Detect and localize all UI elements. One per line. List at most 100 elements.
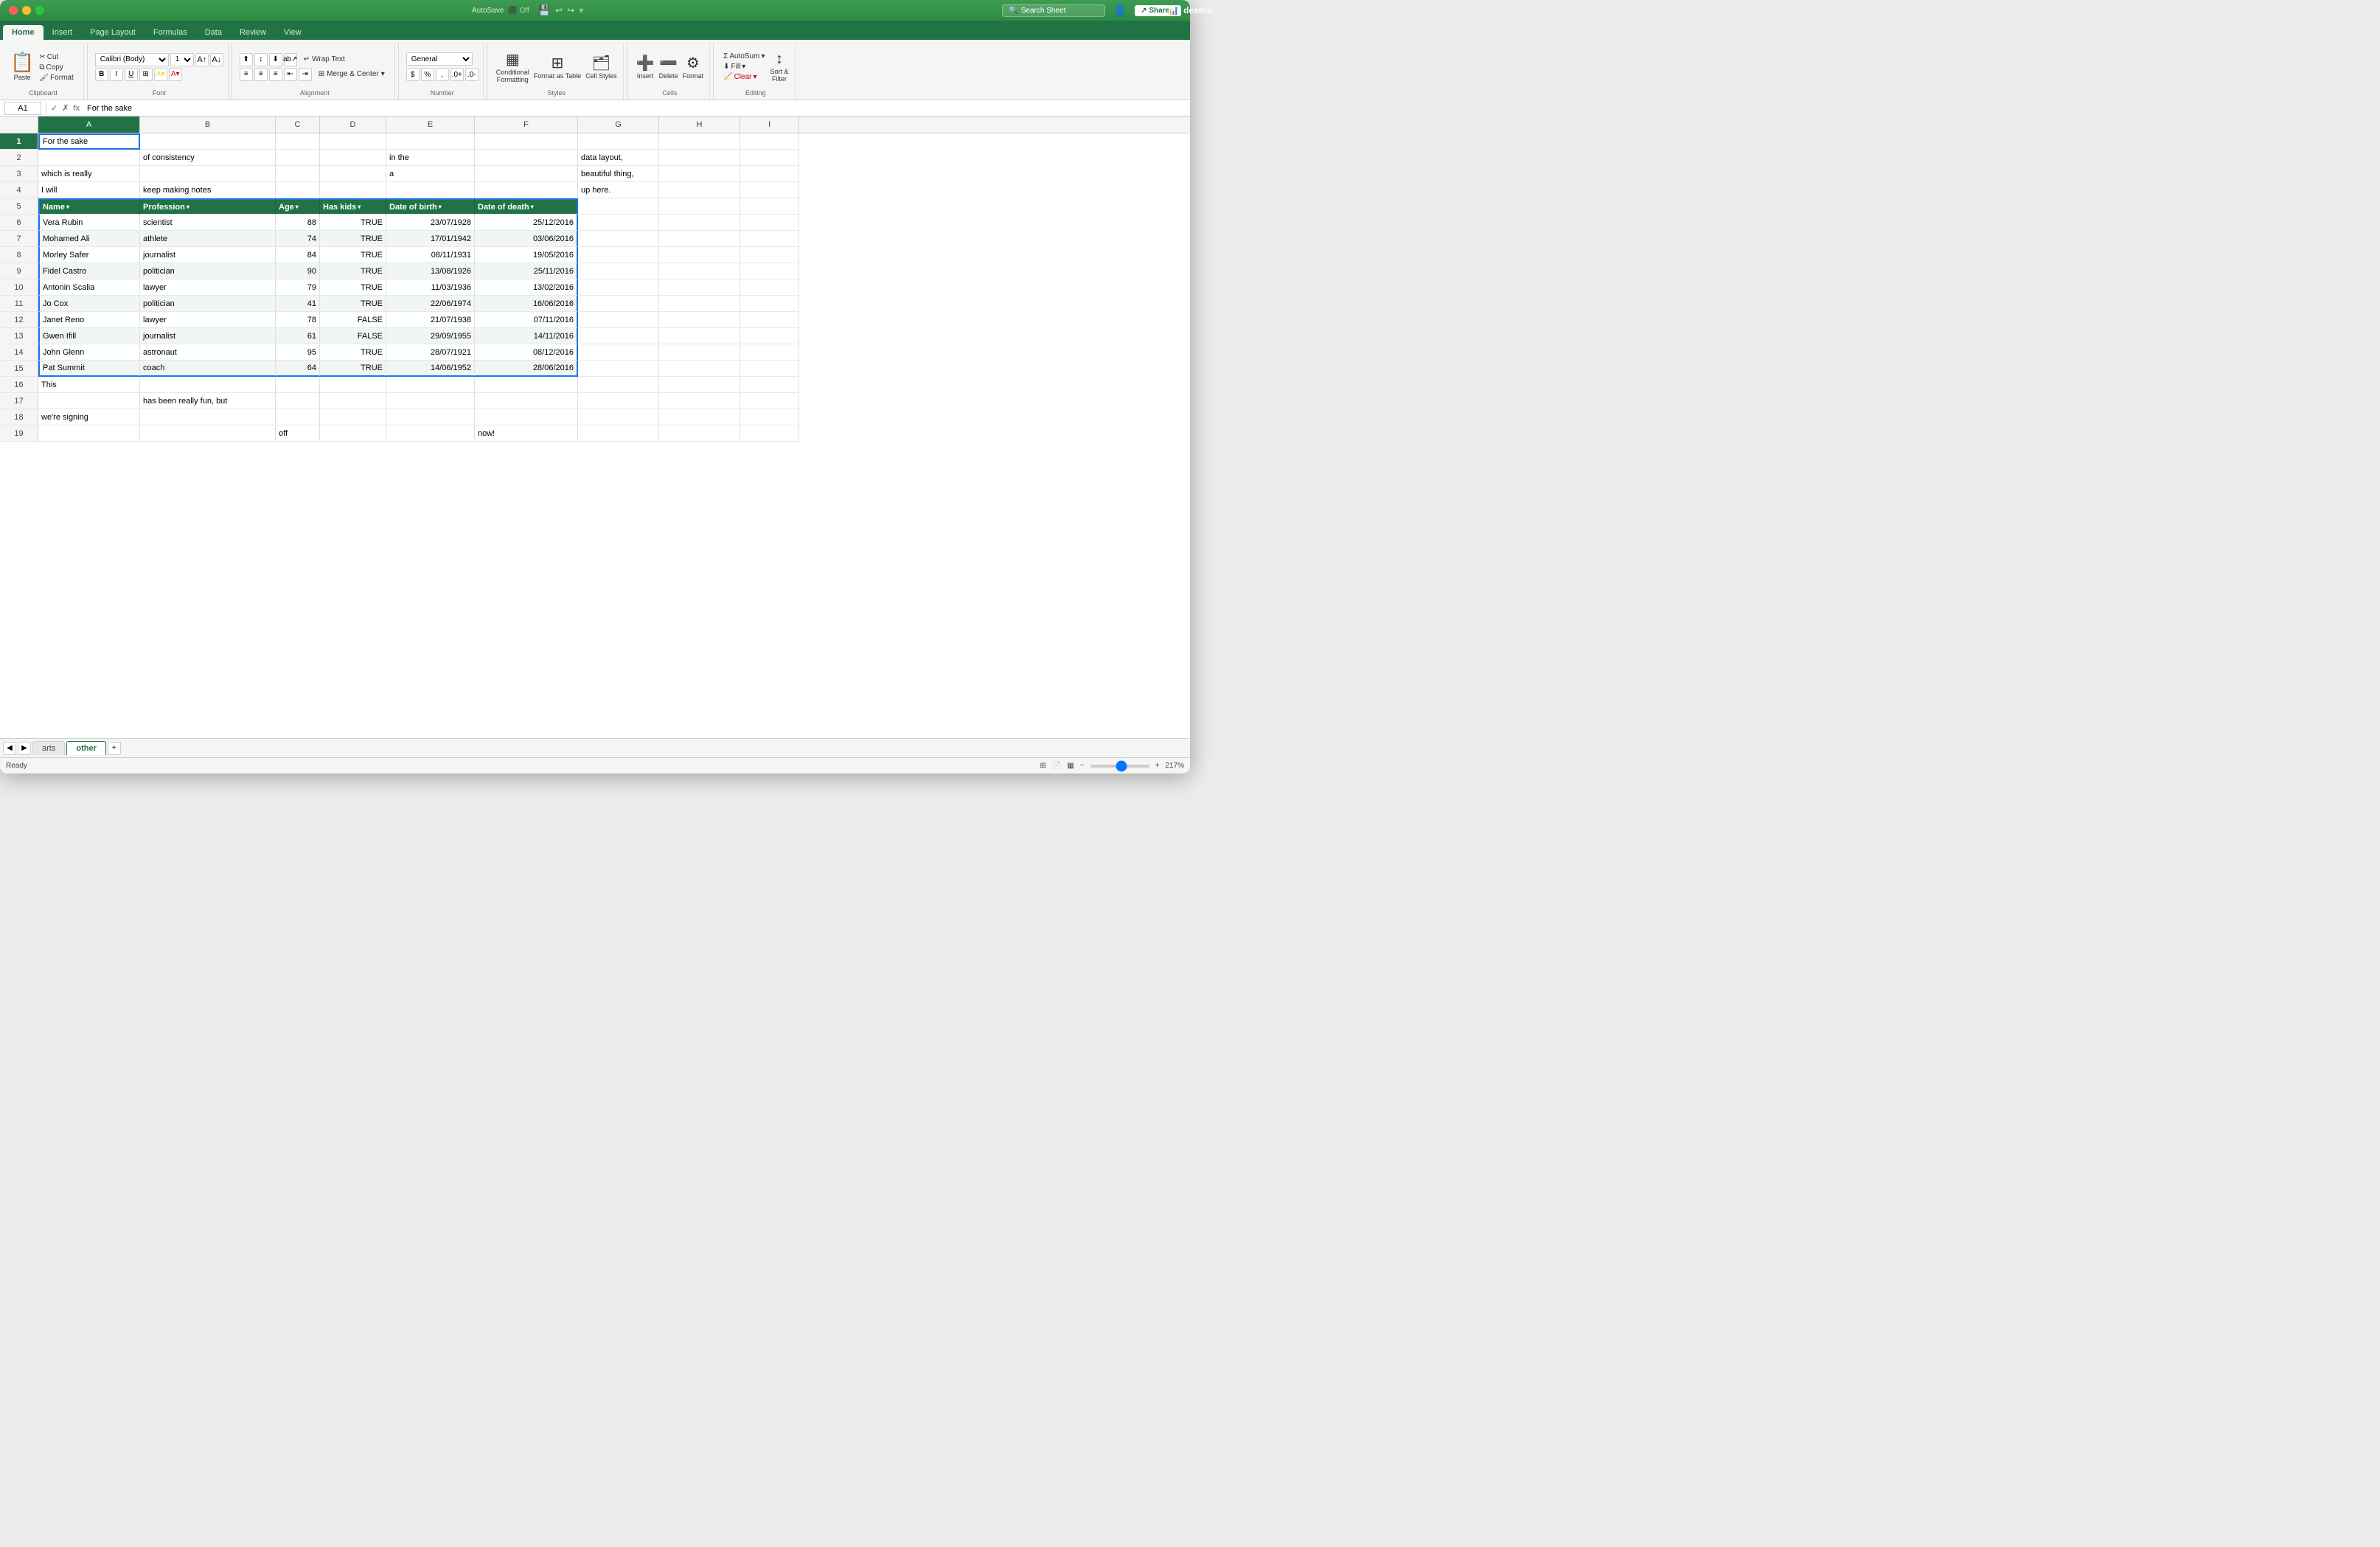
cell-b16[interactable] bbox=[140, 377, 276, 393]
cell-d15[interactable]: TRUE bbox=[320, 361, 386, 377]
cell-d12[interactable]: FALSE bbox=[320, 312, 386, 328]
underline-button[interactable]: U bbox=[125, 68, 138, 81]
row-number-1[interactable]: 1 bbox=[0, 133, 38, 150]
zoom-plus-icon[interactable]: + bbox=[1155, 762, 1160, 770]
decimal-increase-button[interactable]: .0+ bbox=[450, 68, 464, 81]
cell-h17[interactable] bbox=[659, 393, 740, 409]
indent-increase-button[interactable]: ⇥ bbox=[299, 68, 312, 81]
formula-input[interactable]: For the sake bbox=[84, 104, 1186, 113]
cell-c13[interactable]: 61 bbox=[276, 328, 320, 344]
cell-h10[interactable] bbox=[659, 279, 740, 296]
cell-g13[interactable] bbox=[578, 328, 659, 344]
cell-c16[interactable] bbox=[276, 377, 320, 393]
row-number-8[interactable]: 8 bbox=[0, 247, 38, 263]
zoom-slider[interactable] bbox=[1090, 765, 1149, 768]
account-icon[interactable]: 👤 bbox=[1113, 3, 1127, 18]
cell-a7[interactable]: Mohamed Ali bbox=[38, 231, 140, 247]
cell-e15[interactable]: 14/06/1952 bbox=[386, 361, 475, 377]
cell-g5[interactable] bbox=[578, 198, 659, 215]
format-cells-button[interactable]: ⚙ Format bbox=[681, 52, 706, 81]
cell-f13[interactable]: 14/11/2016 bbox=[475, 328, 578, 344]
row-number-19[interactable]: 19 bbox=[0, 425, 38, 442]
row-number-6[interactable]: 6 bbox=[0, 215, 38, 231]
cell-i12[interactable] bbox=[740, 312, 799, 328]
cell-h3[interactable] bbox=[659, 166, 740, 182]
cell-b12[interactable]: lawyer bbox=[140, 312, 276, 328]
cell-i3[interactable] bbox=[740, 166, 799, 182]
cell-h2[interactable] bbox=[659, 150, 740, 166]
cell-g10[interactable] bbox=[578, 279, 659, 296]
add-sheet-button[interactable]: + bbox=[108, 742, 121, 755]
cell-c9[interactable]: 90 bbox=[276, 263, 320, 279]
orientation-button[interactable]: ab↗ bbox=[284, 53, 297, 66]
cell-b9[interactable]: politician bbox=[140, 263, 276, 279]
cell-d9[interactable]: TRUE bbox=[320, 263, 386, 279]
cell-f3[interactable] bbox=[475, 166, 578, 182]
cell-d6[interactable]: TRUE bbox=[320, 215, 386, 231]
cell-e12[interactable]: 21/07/1938 bbox=[386, 312, 475, 328]
clear-button[interactable]: 🧹 Clear ▾ bbox=[721, 72, 767, 82]
cell-f5[interactable]: Date of death ▾ bbox=[475, 198, 578, 215]
row-number-15[interactable]: 15 bbox=[0, 361, 38, 377]
cell-d2[interactable] bbox=[320, 150, 386, 166]
cell-f14[interactable]: 08/12/2016 bbox=[475, 344, 578, 361]
cell-a3[interactable]: which is really bbox=[38, 166, 140, 182]
cell-b19[interactable] bbox=[140, 425, 276, 442]
cell-reference-input[interactable]: A1 bbox=[4, 102, 41, 115]
cell-e19[interactable] bbox=[386, 425, 475, 442]
cell-a17[interactable] bbox=[38, 393, 140, 409]
undo-icon[interactable]: ↩ bbox=[555, 5, 563, 15]
paste-button[interactable]: 📋 Paste ✂ Cut ⧉ Copy 🖌 bbox=[7, 49, 79, 84]
cell-a13[interactable]: Gwen Ifill bbox=[38, 328, 140, 344]
cell-i10[interactable] bbox=[740, 279, 799, 296]
cell-a9[interactable]: Fidel Castro bbox=[38, 263, 140, 279]
cell-f4[interactable] bbox=[475, 182, 578, 198]
cell-e10[interactable]: 11/03/1936 bbox=[386, 279, 475, 296]
cell-h8[interactable] bbox=[659, 247, 740, 263]
cell-d19[interactable] bbox=[320, 425, 386, 442]
tab-home[interactable]: Home bbox=[3, 25, 44, 40]
tab-data[interactable]: Data bbox=[196, 25, 231, 40]
cell-h1[interactable] bbox=[659, 133, 740, 150]
align-left-button[interactable]: ≡ bbox=[240, 68, 253, 81]
col-header-d[interactable]: D bbox=[320, 117, 386, 133]
cell-c5[interactable]: Age ▾ bbox=[276, 198, 320, 215]
cell-h18[interactable] bbox=[659, 409, 740, 425]
cell-a10[interactable]: Antonin Scalia bbox=[38, 279, 140, 296]
cell-h19[interactable] bbox=[659, 425, 740, 442]
cell-g17[interactable] bbox=[578, 393, 659, 409]
cell-d10[interactable]: TRUE bbox=[320, 279, 386, 296]
redo-icon[interactable]: ↪ bbox=[567, 5, 574, 15]
cell-f18[interactable] bbox=[475, 409, 578, 425]
cell-f9[interactable]: 25/11/2016 bbox=[475, 263, 578, 279]
cell-f16[interactable] bbox=[475, 377, 578, 393]
cell-g1[interactable] bbox=[578, 133, 659, 150]
col-header-e[interactable]: E bbox=[386, 117, 475, 133]
cell-d11[interactable]: TRUE bbox=[320, 296, 386, 312]
cell-i5[interactable] bbox=[740, 198, 799, 215]
cell-c3[interactable] bbox=[276, 166, 320, 182]
cell-a5[interactable]: Name ▾ bbox=[38, 198, 140, 215]
cell-i13[interactable] bbox=[740, 328, 799, 344]
col-header-c[interactable]: C bbox=[276, 117, 320, 133]
cell-g4[interactable]: up here. bbox=[578, 182, 659, 198]
save-icon[interactable]: 💾 bbox=[538, 4, 551, 17]
cell-a8[interactable]: Morley Safer bbox=[38, 247, 140, 263]
cell-c12[interactable]: 78 bbox=[276, 312, 320, 328]
prev-sheet-button[interactable]: ◀ bbox=[3, 742, 16, 755]
border-button[interactable]: ⊞ bbox=[139, 68, 153, 81]
align-top-button[interactable]: ⬆ bbox=[240, 53, 253, 66]
cell-e3[interactable]: a bbox=[386, 166, 475, 182]
cell-b14[interactable]: astronaut bbox=[140, 344, 276, 361]
cell-e5[interactable]: Date of birth ▾ bbox=[386, 198, 475, 215]
cell-i16[interactable] bbox=[740, 377, 799, 393]
cell-e7[interactable]: 17/01/1942 bbox=[386, 231, 475, 247]
indent-decrease-button[interactable]: ⇤ bbox=[284, 68, 297, 81]
cell-f8[interactable]: 19/05/2016 bbox=[475, 247, 578, 263]
zoom-minus-icon[interactable]: − bbox=[1080, 762, 1085, 770]
cell-a12[interactable]: Janet Reno bbox=[38, 312, 140, 328]
next-sheet-button[interactable]: ▶ bbox=[18, 742, 31, 755]
cell-b17[interactable]: has been really fun, but bbox=[140, 393, 276, 409]
cell-h13[interactable] bbox=[659, 328, 740, 344]
cell-styles-button[interactable]: 🗂 Cell Styles bbox=[584, 52, 619, 81]
